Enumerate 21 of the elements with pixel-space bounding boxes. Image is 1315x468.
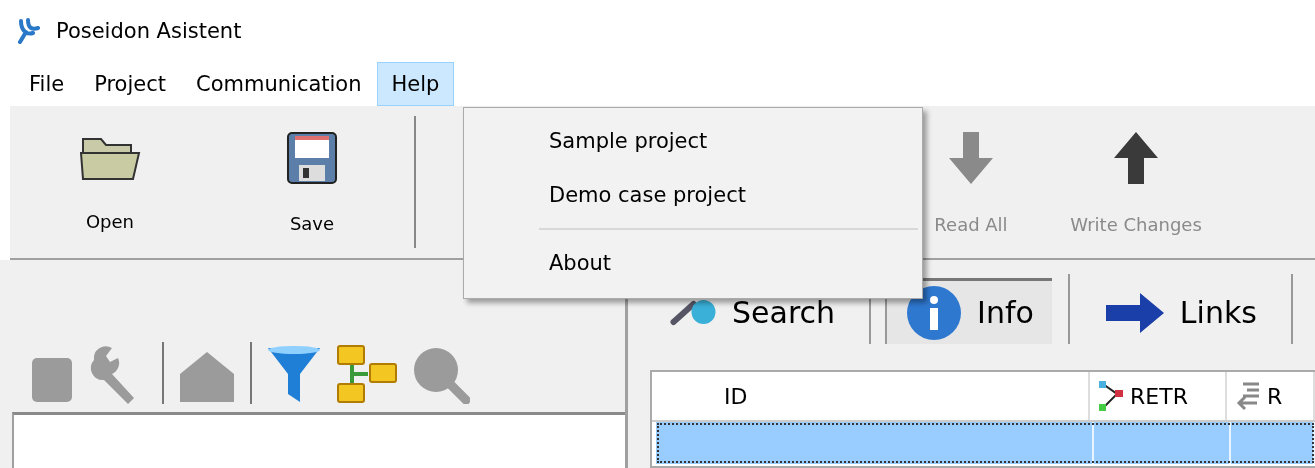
menu-item[interactable]: Help [376,62,455,106]
toolbar-button[interactable]: Open [10,106,210,258]
nodes-icon [1098,380,1124,412]
filter-icon[interactable] [266,344,322,404]
down-arrow-icon [947,129,995,186]
window-title: Poseidon Asistent [56,19,242,43]
swap-arrows-icon [1235,381,1261,411]
info-icon [905,283,964,342]
trident-icon [18,18,42,44]
menu-item[interactable]: Project [79,62,181,106]
folder-tree-icon[interactable] [336,344,398,404]
column-header: RETR [1090,372,1227,420]
menu-item[interactable]: Communication [181,62,377,106]
column-header: R [1227,372,1315,420]
table-row[interactable] [656,422,1315,464]
toolbar-button[interactable]: Save [210,106,414,258]
menu-item[interactable]: File [14,62,80,106]
tab[interactable]: Info [885,278,1052,344]
tab[interactable]: Links [1083,278,1275,344]
column-header: ID [652,372,1090,420]
right-arrow-icon [1103,290,1166,335]
